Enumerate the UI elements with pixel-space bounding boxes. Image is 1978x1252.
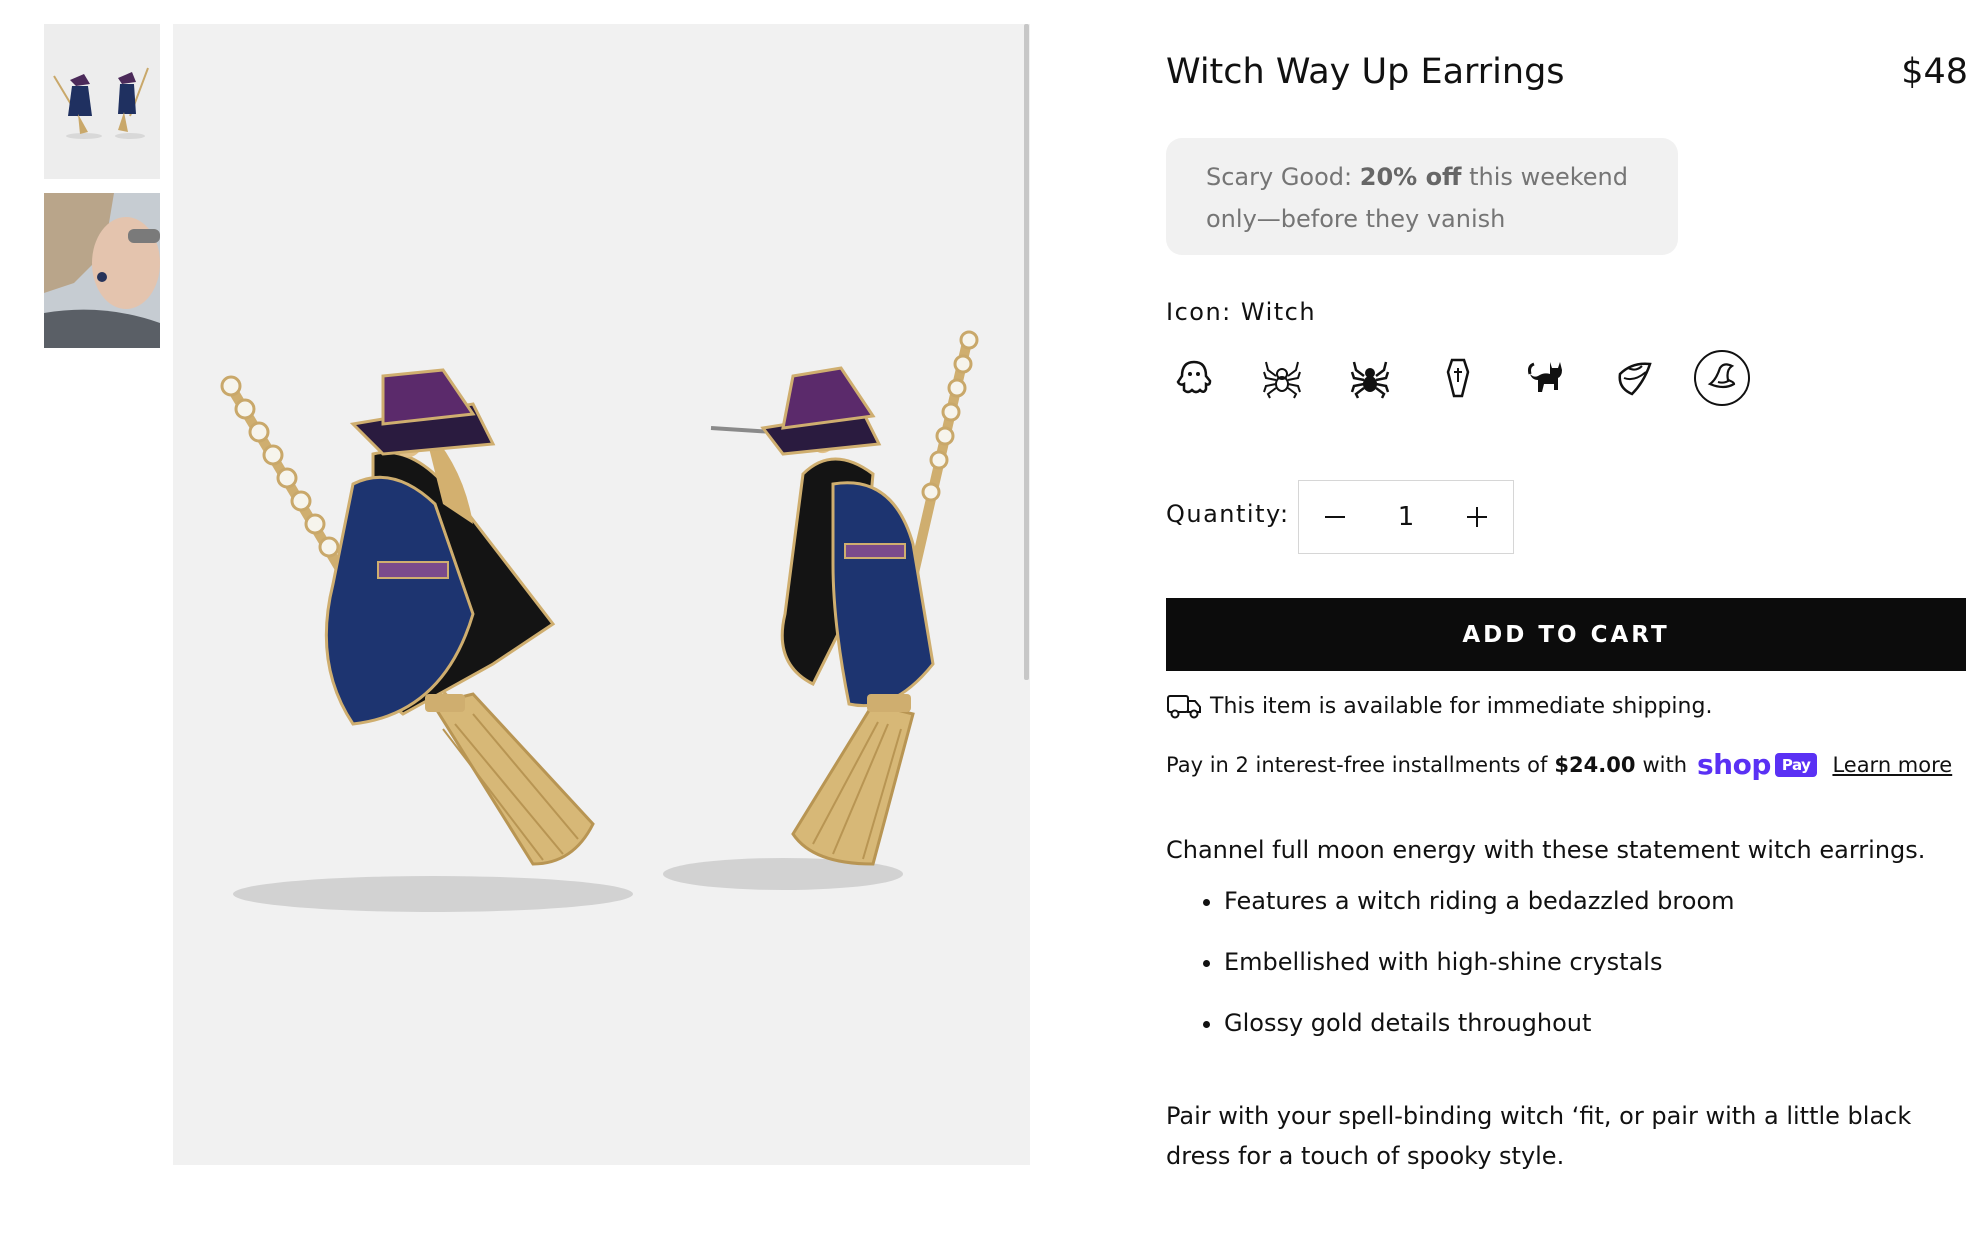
learn-more-link[interactable]: Learn more	[1832, 753, 1952, 777]
add-to-cart-button[interactable]: ADD TO CART	[1166, 598, 1966, 671]
shop-pay-logo: shop Pay	[1697, 748, 1818, 781]
image-scrollbar[interactable]	[1024, 24, 1029, 680]
promo-banner: Scary Good: 20% off this weekend only—be…	[1166, 138, 1678, 255]
candy-corn-icon	[1618, 362, 1652, 396]
plus-icon	[1467, 507, 1487, 527]
spider-icon	[1350, 361, 1390, 399]
quantity-label: Quantity:	[1166, 500, 1290, 528]
swatch-spider-outline[interactable]	[1254, 350, 1310, 406]
installments-prefix: Pay in 2 interest-free installments of	[1166, 752, 1548, 777]
witch-hat-icon	[1707, 363, 1736, 389]
shop-pay-brand: shop	[1697, 748, 1771, 781]
shipping-text: This item is available for immediate shi…	[1210, 693, 1713, 719]
product-image[interactable]	[173, 24, 1030, 1165]
feature-item: Glossy gold details throughout	[1224, 1005, 1735, 1066]
feature-item: Features a witch riding a bedazzled broo…	[1224, 883, 1735, 944]
minus-icon	[1325, 516, 1345, 518]
promo-lead: Scary Good:	[1206, 163, 1353, 191]
description-outro: Pair with your spell-binding witch ‘fit,…	[1166, 1102, 1912, 1170]
variant-swatches	[1166, 350, 1750, 406]
shipping-info: This item is available for immediate shi…	[1166, 692, 1712, 720]
shop-pay-badge: Pay	[1774, 752, 1818, 777]
feature-item: Embellished with high-shine crystals	[1224, 944, 1735, 1005]
coffin-icon	[1446, 358, 1470, 398]
promo-highlight: 20% off	[1359, 163, 1462, 191]
variant-label: Icon: Witch	[1166, 298, 1317, 326]
swatch-black-cat[interactable]	[1518, 350, 1574, 406]
quantity-decrease-button[interactable]	[1299, 481, 1371, 553]
installment-amount: $24.00	[1554, 752, 1636, 777]
quantity-stepper: 1	[1298, 480, 1514, 554]
feature-list: Features a witch riding a bedazzled broo…	[1166, 883, 1735, 1066]
spider-outline-icon	[1263, 361, 1301, 399]
ghost-icon	[1176, 360, 1212, 394]
installments-info: Pay in 2 interest-free installments of $…	[1166, 748, 1952, 781]
swatch-candy-corn[interactable]	[1606, 350, 1662, 406]
installments-with: with	[1642, 752, 1688, 777]
black-cat-icon	[1528, 362, 1562, 392]
truck-icon	[1167, 695, 1201, 719]
description-intro: Channel full moon energy with these stat…	[1166, 836, 1926, 864]
swatch-ghost[interactable]	[1166, 350, 1222, 406]
product-price: $48	[1901, 52, 1968, 92]
thumbnail-earrings[interactable]	[44, 24, 160, 179]
product-title: Witch Way Up Earrings	[1166, 52, 1565, 92]
quantity-input[interactable]: 1	[1376, 502, 1436, 532]
swatch-witch-hat[interactable]	[1694, 350, 1750, 406]
swatch-spider[interactable]	[1342, 350, 1398, 406]
thumbnail-model[interactable]	[44, 193, 160, 348]
swatch-coffin[interactable]	[1430, 350, 1486, 406]
quantity-increase-button[interactable]	[1441, 481, 1513, 553]
